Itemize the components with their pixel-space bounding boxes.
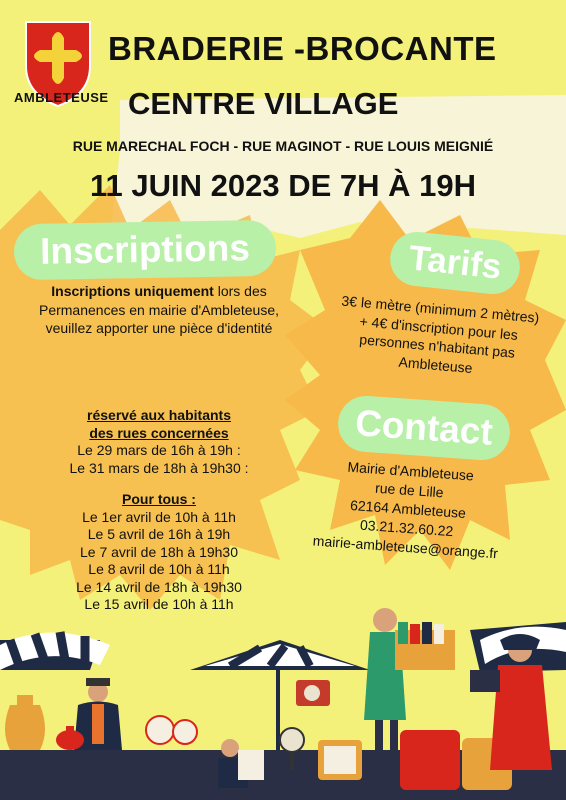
all-heading: Pour tous :: [122, 491, 196, 507]
tv-icon: [318, 740, 362, 780]
intro-line2: veuillez apporter une pièce d'identité: [45, 320, 273, 336]
radio-icon: [296, 680, 330, 706]
inscription-dates: réservé aux habitants des rues concernée…: [28, 407, 290, 614]
residents-date: Le 31 mars de 18h à 19h30 :: [69, 459, 249, 476]
event-date: 11 JUIN 2023 DE 7H À 19H: [90, 168, 476, 203]
all-date: Le 5 avril de 16h à 19h: [87, 526, 231, 542]
logo-name: AMBLETEUSE: [14, 90, 109, 105]
all-date: Le 14 avril de 18h à 19h30: [76, 578, 242, 595]
inscriptions-intro: Inscriptions uniquement lors des Permane…: [28, 282, 290, 338]
inscriptions-heading: Inscriptions: [13, 219, 277, 281]
vase-icon: [5, 695, 45, 750]
event-subtitle: CENTRE VILLAGE: [128, 86, 399, 121]
all-date: Le 1er avril de 10h à 11h: [82, 508, 236, 525]
streets-line: RUE MARECHAL FOCH - RUE MAGINOT - RUE LO…: [72, 138, 494, 154]
contact-heading: Contact: [336, 394, 512, 462]
residents-heading-2: des rues concernées: [89, 424, 229, 441]
contact-details: Mairie d'Ambleteuse rue de Lille 62164 A…: [285, 454, 531, 566]
residents-date: Le 29 mars de 16h à 19h :: [77, 442, 241, 458]
awning-left: [0, 631, 110, 670]
intro-bold: Inscriptions uniquement: [51, 283, 214, 299]
event-title: BRADERIE -BROCANTE: [108, 30, 497, 67]
all-date: Le 8 avril de 10h à 11h: [88, 561, 230, 577]
suitcase-icon: [400, 730, 460, 790]
flea-market-illustration: [0, 608, 566, 800]
all-date: Le 7 avril de 18h à 19h30: [79, 543, 238, 560]
plate-icon: [145, 715, 175, 745]
residents-heading-1: réservé aux habitants: [87, 407, 231, 423]
plate-icon: [172, 719, 198, 745]
